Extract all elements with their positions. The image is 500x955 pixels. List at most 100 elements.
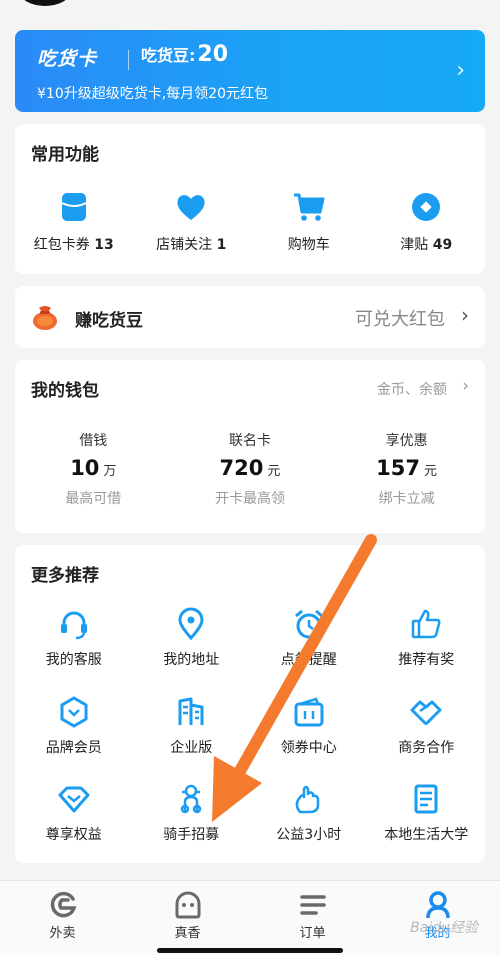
avatar[interactable] bbox=[20, 0, 70, 6]
rider-icon bbox=[181, 784, 202, 814]
item-label: 购物车 bbox=[287, 237, 330, 253]
book-icon bbox=[414, 784, 438, 814]
item-label: 商务合作 bbox=[398, 740, 455, 756]
wallet-item-sub: 绑卡立减 bbox=[378, 491, 435, 507]
recommend-item-business[interactable]: 商务合作 bbox=[368, 695, 486, 757]
wallet-item-sub: 最高可借 bbox=[65, 491, 122, 507]
more-recommend-card: 更多推荐 我的客服 我的地址 点餐提醒 推荐有奖 品牌会员 企业版 领券中心 商… bbox=[15, 545, 485, 863]
wallet-item-unit: 万 bbox=[103, 464, 117, 479]
item-label: 企业版 bbox=[170, 740, 213, 756]
recommend-item-vip-benefits[interactable]: 尊享权益 bbox=[15, 782, 133, 844]
recommend-item-rider-recruit[interactable]: 骑手招募 bbox=[133, 782, 251, 844]
wallet-item-cobrand-card[interactable]: 联名卡 720 元 开卡最高领 bbox=[172, 430, 329, 508]
diamond-icon bbox=[58, 786, 90, 813]
item-count: 49 bbox=[432, 237, 453, 253]
earn-beans-card[interactable]: 赚吃货豆 可兑大红包 › bbox=[15, 286, 485, 348]
wallet-item-sub: 开卡最高领 bbox=[214, 491, 285, 507]
common-item-coupons[interactable]: 红包卡券 13 bbox=[15, 190, 133, 254]
recommend-item-order-reminder[interactable]: 点餐提醒 bbox=[250, 607, 368, 669]
item-label: 我的地址 bbox=[163, 652, 220, 668]
wallet-item-name: 享优惠 bbox=[385, 433, 428, 449]
recommend-item-brand-member[interactable]: 品牌会员 bbox=[15, 695, 133, 757]
chevron-right-icon: › bbox=[456, 58, 465, 83]
redeem-hint: 可兑大红包 bbox=[355, 309, 445, 330]
wallet-item-value: 720 bbox=[219, 456, 264, 480]
beans-value: 20 bbox=[197, 42, 229, 67]
takeout-icon bbox=[50, 891, 76, 918]
location-icon bbox=[178, 607, 204, 641]
tab-takeout[interactable]: 外卖 bbox=[0, 881, 125, 955]
cart-icon bbox=[293, 193, 325, 221]
wallet-item-discount[interactable]: 享优惠 157 元 绑卡立减 bbox=[328, 430, 485, 508]
headset-icon bbox=[60, 611, 87, 640]
recommend-item-address[interactable]: 我的地址 bbox=[133, 607, 251, 669]
item-label: 尊享权益 bbox=[45, 827, 102, 843]
item-label: 津贴 bbox=[400, 237, 429, 253]
zhenxiang-icon bbox=[175, 891, 200, 919]
handshake-icon bbox=[410, 700, 442, 725]
item-count: 13 bbox=[94, 237, 114, 253]
foodie-card-subtitle: ¥10升级超级吃货卡,每月领20元红包 bbox=[37, 86, 268, 102]
item-label: 公益3小时 bbox=[276, 827, 342, 843]
item-label: 红包卡券 bbox=[33, 237, 90, 253]
beans-label: 吃货豆: bbox=[141, 46, 196, 65]
brand-member-icon bbox=[60, 696, 88, 728]
section-title: 常用功能 bbox=[31, 145, 99, 165]
foodie-card-banner[interactable]: 吃货卡 吃货豆: 20 ¥10升级超级吃货卡,每月领20元红包 › bbox=[15, 30, 485, 112]
thumbs-up-icon bbox=[412, 609, 441, 639]
foodie-card-title: 吃货卡 bbox=[37, 48, 98, 70]
hand-icon bbox=[295, 785, 319, 814]
recommend-item-enterprise[interactable]: 企业版 bbox=[133, 695, 251, 757]
coupon-icon bbox=[61, 193, 87, 221]
building-icon bbox=[178, 697, 204, 725]
home-indicator[interactable] bbox=[157, 948, 343, 953]
wallet-item-name: 借钱 bbox=[79, 433, 108, 449]
item-label: 点餐提醒 bbox=[280, 652, 337, 668]
wallet-ticket-icon bbox=[294, 697, 324, 727]
heart-icon bbox=[177, 195, 205, 220]
alarm-clock-icon bbox=[294, 609, 323, 639]
recommend-item-charity[interactable]: 公益3小时 bbox=[250, 782, 368, 844]
item-label: 店铺关注 bbox=[156, 237, 213, 253]
item-label: 本地生活大学 bbox=[384, 827, 469, 843]
recommend-item-customer-service[interactable]: 我的客服 bbox=[15, 607, 133, 669]
common-item-cart[interactable]: 购物车 bbox=[250, 190, 368, 254]
common-functions-card: 常用功能 红包卡券 13 店铺关注 1 购物车 津贴 49 bbox=[15, 124, 485, 274]
beans-balance: 吃货豆: 20 bbox=[141, 42, 228, 67]
common-item-allowance[interactable]: 津贴 49 bbox=[368, 190, 486, 254]
wallet-item-loan[interactable]: 借钱 10 万 最高可借 bbox=[15, 430, 172, 508]
recommend-item-referral[interactable]: 推荐有奖 bbox=[368, 607, 486, 669]
wallet-more-link[interactable]: 金币、余额 bbox=[377, 379, 447, 399]
item-label: 领券中心 bbox=[280, 740, 337, 756]
common-item-followed-shops[interactable]: 店铺关注 1 bbox=[133, 190, 251, 254]
profile-icon bbox=[425, 891, 450, 919]
recommend-item-coupon-center[interactable]: 领券中心 bbox=[250, 695, 368, 757]
wallet-item-value: 157 bbox=[376, 456, 421, 480]
nav-label: 订单 bbox=[299, 926, 326, 941]
item-label: 品牌会员 bbox=[45, 740, 102, 756]
earn-beans-title: 赚吃货豆 bbox=[75, 311, 143, 331]
money-bag-icon bbox=[33, 306, 57, 330]
chevron-right-icon: › bbox=[461, 303, 469, 327]
wallet-item-unit: 元 bbox=[267, 464, 281, 479]
watermark: Baidu经验 bbox=[410, 920, 478, 936]
item-label: 骑手招募 bbox=[163, 827, 220, 843]
recommend-item-local-life-university[interactable]: 本地生活大学 bbox=[368, 782, 486, 844]
item-label: 推荐有奖 bbox=[398, 652, 455, 668]
allowance-icon bbox=[412, 193, 441, 221]
wallet-item-name: 联名卡 bbox=[228, 433, 271, 449]
order-list-icon bbox=[299, 895, 326, 915]
section-title: 更多推荐 bbox=[31, 566, 99, 586]
wallet-item-value: 10 bbox=[70, 456, 100, 480]
nav-label: 外卖 bbox=[49, 926, 76, 941]
divider bbox=[128, 50, 129, 70]
tab-zhenxiang[interactable]: 真香 bbox=[125, 881, 250, 955]
item-label: 我的客服 bbox=[45, 652, 102, 668]
section-title: 我的钱包 bbox=[31, 381, 99, 401]
wallet-card: 我的钱包 金币、余额 › 借钱 10 万 最高可借 联名卡 720 元 开卡最高领 … bbox=[15, 360, 485, 533]
nav-label: 真香 bbox=[174, 926, 201, 941]
chevron-right-icon: › bbox=[462, 376, 469, 396]
wallet-item-unit: 元 bbox=[424, 464, 438, 479]
tab-orders[interactable]: 订单 bbox=[250, 881, 375, 955]
item-count: 1 bbox=[216, 237, 227, 253]
